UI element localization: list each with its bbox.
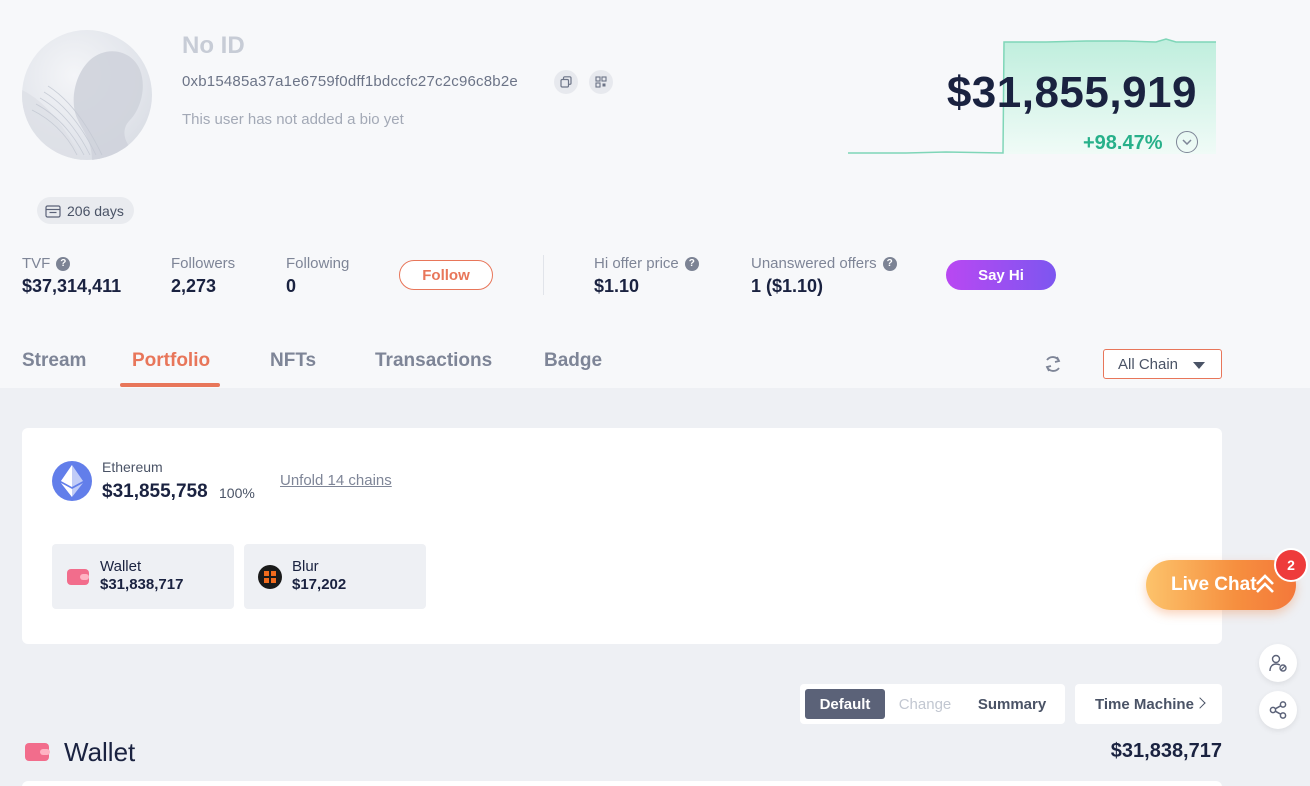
wallet-address: 0xb15485a37a1e6759f0dff1bdccfc27c2c96c8b… [182,73,518,90]
tvf-label: TVF ? [22,255,71,272]
hi-offer-help-icon[interactable]: ? [684,256,699,271]
wallet-icon [67,569,89,585]
qr-code-icon [595,76,607,88]
hi-offer-label-text: Hi offer price [594,255,679,272]
chevron-right-icon [1194,697,1206,709]
unread-count-badge: 2 [1274,548,1308,582]
share-icon [1269,701,1287,719]
default-view-button[interactable]: Default [805,689,885,719]
change-view-button[interactable]: Change [890,689,960,719]
ethereum-icon [52,461,92,501]
avatar [22,30,152,160]
unfold-chains-link[interactable]: Unfold 14 chains [280,472,392,489]
tvf-help-icon[interactable]: ? [56,256,71,271]
followers-value[interactable]: 2,273 [171,276,216,297]
stats-divider [543,255,544,295]
net-worth-total: $31,855,919 [946,68,1197,117]
following-value[interactable]: 0 [286,276,296,297]
share-button[interactable] [1259,691,1297,729]
protocol-value: $31,838,717 [100,576,184,593]
view-mode-toggle: Default Change Summary [800,684,1065,724]
unanswered-offers-value: 1 ($1.10) [751,276,824,296]
avatar-silhouette-icon [22,51,143,160]
copy-address-button[interactable] [554,70,578,94]
unanswered-help-icon[interactable]: ? [882,256,897,271]
tvf-value: $37,314,411 [22,276,122,296]
unanswered-offers-label: Unanswered offers ? [751,255,897,272]
tab-transactions[interactable]: Transactions [375,350,492,372]
account-age-text: 206 days [67,202,124,219]
wallet-section-total: $31,838,717 [1110,740,1222,762]
net-worth-change: +98.47% [1083,132,1163,154]
user-gear-icon [1269,654,1287,672]
protocol-value: $17,202 [292,576,347,593]
profile-name: No ID [182,32,245,59]
hi-offer-value: $1.10 [594,276,640,296]
hi-offer-label: Hi offer price ? [594,255,699,272]
tvf-label-text: TVF [22,255,51,272]
qr-code-button[interactable] [589,70,613,94]
protocol-card-wallet[interactable]: Wallet $31,838,717 [52,544,234,609]
summary-view-button[interactable]: Summary [968,689,1056,719]
say-hi-button[interactable]: Say Hi [946,260,1056,290]
protocol-name: Wallet [100,558,142,575]
profile-bio: This user has not added a bio yet [182,111,404,128]
wallet-section-title: Wallet [64,737,136,767]
chevron-down-icon [1182,139,1192,145]
time-machine-button[interactable]: Time Machine [1075,684,1222,724]
expand-chart-button[interactable] [1176,131,1198,153]
user-settings-button[interactable] [1259,644,1297,682]
calendar-icon [45,204,61,218]
copy-icon [560,76,572,88]
blur-logo-icon [258,565,282,589]
unanswered-offers-label-text: Unanswered offers [751,255,877,272]
chain-filter-value: All Chain [1118,355,1179,373]
tab-stream[interactable]: Stream [22,350,86,372]
live-chat-label: Live Chat [1171,574,1257,595]
tab-nfts[interactable]: NFTs [270,350,316,372]
chain-name: Ethereum [102,459,163,475]
tab-portfolio[interactable]: Portfolio [132,350,210,372]
chain-percent: 100% [219,485,255,501]
wallet-icon [25,743,50,761]
protocol-name: Blur [292,558,319,575]
chain-summary-card: Ethereum $31,855,758 100% Unfold 14 chai… [22,428,1222,644]
protocol-card-blur[interactable]: Blur $17,202 [244,544,426,609]
time-machine-label: Time Machine [1095,695,1194,713]
following-label: Following [286,255,350,272]
active-tab-indicator [120,383,220,387]
followers-label: Followers [171,255,236,272]
tab-badge[interactable]: Badge [544,350,602,372]
double-chevron-up-icon [1256,574,1274,593]
refresh-icon[interactable] [1042,353,1064,375]
account-age-badge: 206 days [37,197,134,224]
chain-filter-select[interactable]: All Chain [1103,349,1222,379]
wallet-token-table [22,781,1222,786]
follow-button[interactable]: Follow [399,260,493,290]
caret-down-icon [1193,362,1205,369]
chain-value: $31,855,758 [102,481,208,502]
